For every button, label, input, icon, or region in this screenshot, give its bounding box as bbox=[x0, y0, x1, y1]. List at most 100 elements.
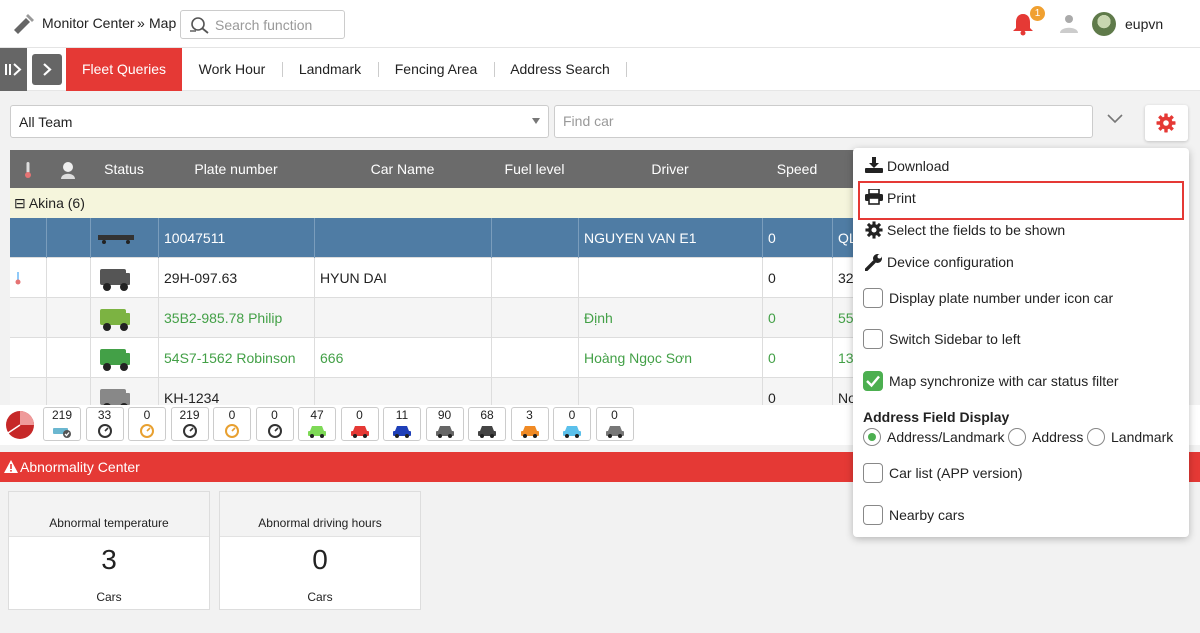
car-name-cell bbox=[314, 218, 491, 258]
cell-divider bbox=[90, 298, 91, 338]
radio-address[interactable] bbox=[1008, 428, 1026, 446]
menu-label-download: Download bbox=[887, 158, 950, 174]
table-row[interactable]: 29H-097.63 HYUN DAI 0 32 bbox=[10, 258, 855, 298]
car-outline-icon bbox=[478, 426, 496, 438]
sidebar-left-checkbox[interactable] bbox=[863, 329, 883, 349]
nearby-cars-checkbox[interactable] bbox=[863, 505, 883, 525]
tab-divider bbox=[282, 62, 283, 77]
column-status[interactable]: Status bbox=[90, 150, 158, 188]
tab-fleet-queries[interactable]: Fleet Queries bbox=[66, 48, 182, 91]
radio-address-landmark[interactable] bbox=[863, 428, 881, 446]
team-select[interactable]: All Team bbox=[10, 105, 549, 138]
column-fuel-level[interactable]: Fuel level bbox=[491, 150, 578, 188]
logo-icon[interactable] bbox=[12, 12, 36, 36]
fuel-cell bbox=[491, 218, 578, 258]
card-unit: Cars bbox=[96, 590, 122, 604]
radio-label-address-landmark[interactable]: Address/Landmark bbox=[887, 429, 1005, 445]
column-plate-number[interactable]: Plate number bbox=[158, 150, 314, 188]
status-filter-car-gray[interactable]: 90 bbox=[425, 407, 464, 441]
tab-fencing-area[interactable]: Fencing Area bbox=[382, 48, 490, 91]
thermometer-icon bbox=[15, 272, 21, 285]
status-filter-clock[interactable]: 0 bbox=[128, 407, 166, 441]
tab-address-search[interactable]: Address Search bbox=[498, 48, 622, 91]
speed-cell: 0 bbox=[768, 350, 776, 366]
plate-cell: 35B2-985.78 Philip bbox=[164, 310, 283, 326]
username[interactable]: eupvn bbox=[1125, 16, 1163, 32]
address-field-heading: Address Field Display bbox=[863, 409, 1010, 425]
radio-label-landmark[interactable]: Landmark bbox=[1111, 429, 1173, 445]
status-count: 33 bbox=[97, 408, 112, 422]
status-count: 68 bbox=[480, 408, 494, 422]
gear-icon bbox=[865, 221, 883, 239]
sidebar-left-label[interactable]: Switch Sidebar to left bbox=[889, 331, 1021, 347]
tab-bar: Fleet Queries Work Hour Landmark Fencing… bbox=[0, 48, 1200, 91]
people-icon[interactable] bbox=[1058, 13, 1080, 35]
column-driver[interactable]: Driver bbox=[578, 150, 762, 188]
function-search-box[interactable] bbox=[180, 10, 345, 39]
status-count: 0 bbox=[271, 408, 278, 422]
car-list-app-checkbox[interactable] bbox=[863, 463, 883, 483]
tab-work-hour[interactable]: Work Hour bbox=[186, 48, 278, 91]
column-speed[interactable]: Speed bbox=[762, 150, 832, 188]
nearby-cars-label[interactable]: Nearby cars bbox=[889, 507, 964, 523]
status-filter-car-darkgray[interactable]: 0 bbox=[595, 407, 634, 441]
avatar[interactable] bbox=[1092, 12, 1116, 36]
status-filter-speedometer[interactable]: 219 bbox=[170, 407, 209, 441]
cell-divider bbox=[46, 258, 47, 298]
tab-landmark[interactable]: Landmark bbox=[286, 48, 374, 91]
group-label[interactable]: ⊟ Akina (6) bbox=[14, 195, 85, 212]
menu-label-device-configuration: Device configuration bbox=[887, 254, 1014, 270]
status-filter-car-orange[interactable]: 3 bbox=[510, 407, 549, 441]
status-filter-car-check[interactable]: 219 bbox=[43, 407, 81, 441]
table-row[interactable]: 54S7-1562 Robinson 666 Hoàng Ngọc Sơn 0 13 bbox=[10, 338, 855, 378]
card-unit: Cars bbox=[307, 590, 333, 604]
find-car-input[interactable] bbox=[563, 113, 1063, 129]
find-car-field[interactable] bbox=[554, 105, 1093, 138]
breadcrumb-monitor-center[interactable]: Monitor Center bbox=[42, 15, 135, 31]
pie-chart-icon[interactable] bbox=[4, 409, 36, 441]
plate-under-icon-checkbox[interactable] bbox=[863, 288, 883, 308]
plate-under-icon-label[interactable]: Display plate number under icon car bbox=[889, 290, 1113, 306]
status-filter-car-lightblue[interactable]: 0 bbox=[553, 407, 591, 441]
fuel-cell bbox=[491, 258, 578, 298]
status-filter-fuel[interactable]: 0 bbox=[213, 407, 251, 441]
status-filter-driver-card[interactable]: 33 bbox=[85, 407, 124, 441]
card-value: 3 bbox=[101, 544, 117, 575]
expand-button[interactable] bbox=[32, 54, 62, 85]
group-row[interactable]: ⊟ Akina (6) bbox=[10, 188, 855, 218]
vehicle-icon bbox=[100, 349, 130, 371]
speed-cell: 0 bbox=[768, 390, 776, 405]
status-filter-car-red[interactable]: 0 bbox=[340, 407, 379, 441]
function-search-input[interactable] bbox=[215, 15, 340, 35]
status-count: 3 bbox=[526, 408, 533, 422]
status-filter-car-outline[interactable]: 68 bbox=[468, 407, 506, 441]
notification-badge: 1 bbox=[1030, 6, 1045, 21]
check-icon bbox=[866, 375, 880, 388]
status-filter-car-green[interactable]: 47 bbox=[298, 407, 336, 441]
car-list-app-label[interactable]: Car list (APP version) bbox=[889, 465, 1023, 481]
table-row[interactable]: KH-1234 0 No bbox=[10, 378, 855, 405]
sidebar-toggle-button[interactable] bbox=[0, 48, 27, 91]
car-name-cell bbox=[314, 378, 491, 405]
map-sync-checkbox[interactable] bbox=[863, 371, 883, 391]
car-orange-icon bbox=[520, 426, 539, 438]
column-car-name[interactable]: Car Name bbox=[314, 150, 491, 188]
radio-label-address[interactable]: Address bbox=[1032, 429, 1083, 445]
car-name-cell: 666 bbox=[320, 350, 344, 366]
driver-cell bbox=[578, 258, 762, 298]
status-filter-car-blue[interactable]: 11 bbox=[383, 407, 421, 441]
table-row[interactable]: 35B2-985.78 Philip Định 0 55 bbox=[10, 298, 855, 338]
download-icon bbox=[865, 157, 883, 173]
radio-landmark[interactable] bbox=[1087, 428, 1105, 446]
status-filter-engine[interactable]: 0 bbox=[255, 407, 294, 441]
fuel-cell bbox=[491, 378, 578, 405]
chevron-down-icon[interactable] bbox=[1107, 114, 1123, 124]
abnormal-temperature-card[interactable]: Abnormal temperature 3 Cars bbox=[8, 491, 210, 610]
location-cell: 32 bbox=[838, 270, 854, 286]
table-row[interactable]: 10047511 NGUYEN VAN E1 0 QL bbox=[10, 218, 855, 258]
car-name-cell bbox=[314, 298, 491, 338]
abnormal-driving-hours-card[interactable]: Abnormal driving hours 0 Cars bbox=[219, 491, 421, 610]
abnormality-center-title: Abnormality Center bbox=[20, 459, 140, 475]
settings-button[interactable] bbox=[1145, 105, 1188, 141]
map-sync-label[interactable]: Map synchronize with car status filter bbox=[889, 373, 1119, 389]
